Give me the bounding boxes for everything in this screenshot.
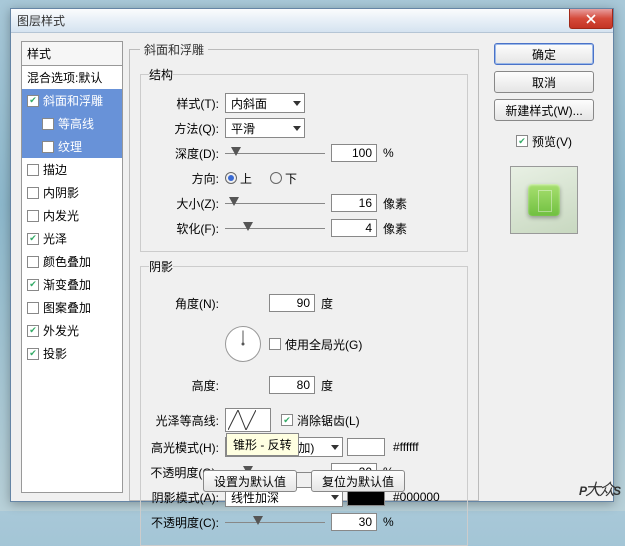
list-color-overlay[interactable]: 颜色叠加: [22, 250, 122, 273]
list-satin[interactable]: ✔光泽: [22, 227, 122, 250]
structure-legend: 结构: [149, 66, 173, 83]
bevel-fieldset: 斜面和浮雕 结构 样式(T): 内斜面 方法(Q): 平滑 深度(D): 100…: [129, 41, 479, 501]
checkbox-icon[interactable]: ✔: [27, 95, 39, 107]
list-grad-overlay[interactable]: ✔渐变叠加: [22, 273, 122, 296]
layer-style-dialog: 图层样式 样式 混合选项:默认 ✔斜面和浮雕 等高线 纹理 描边 内阴影 内发光…: [10, 8, 614, 502]
structure-fieldset: 结构 样式(T): 内斜面 方法(Q): 平滑 深度(D): 100 % 方向:…: [140, 66, 468, 252]
settings-panel: 斜面和浮雕 结构 样式(T): 内斜面 方法(Q): 平滑 深度(D): 100…: [129, 41, 479, 493]
list-drop-shadow[interactable]: ✔投影: [22, 342, 122, 365]
list-bevel[interactable]: ✔斜面和浮雕: [22, 89, 122, 112]
checkbox-icon[interactable]: [42, 141, 54, 153]
soften-input[interactable]: 4: [331, 219, 377, 237]
highlight-hex: #ffffff: [393, 440, 419, 454]
shading-fieldset: 阴影 角度(N): 90 度 使用全局光(G) 高度: 80 度 光泽等高线:: [140, 258, 468, 546]
window-title: 图层样式: [17, 12, 65, 29]
angle-dial[interactable]: [225, 326, 261, 362]
bevel-legend: 斜面和浮雕: [140, 41, 208, 58]
gloss-tooltip: 锥形 - 反转: [226, 433, 299, 456]
close-icon: [586, 14, 596, 24]
depth-slider[interactable]: [225, 145, 325, 161]
checkbox-icon[interactable]: [27, 164, 39, 176]
shading-legend: 阴影: [149, 258, 173, 275]
size-label: 大小(Z):: [149, 195, 225, 212]
preview-thumbnail: [510, 166, 578, 234]
direction-label: 方向:: [149, 170, 225, 187]
gloss-label: 光泽等高线:: [149, 412, 225, 429]
altitude-label: 高度:: [149, 377, 225, 394]
style-label: 样式(T):: [149, 95, 225, 112]
angle-input[interactable]: 90: [269, 294, 315, 312]
antialias-checkbox[interactable]: ✔: [281, 414, 293, 426]
chevron-down-icon: [331, 495, 339, 500]
checkbox-icon[interactable]: [27, 210, 39, 222]
global-light-checkbox[interactable]: [269, 338, 281, 350]
depth-label: 深度(D):: [149, 145, 225, 162]
style-list: 混合选项:默认 ✔斜面和浮雕 等高线 纹理 描边 内阴影 内发光 ✔光泽 颜色叠…: [21, 66, 123, 493]
gloss-contour-picker[interactable]: 锥形 - 反转: [225, 408, 271, 432]
checkbox-icon[interactable]: ✔: [27, 233, 39, 245]
preview-checkbox[interactable]: ✔: [516, 135, 528, 147]
style-list-header: 样式: [21, 41, 123, 66]
list-inner-glow[interactable]: 内发光: [22, 204, 122, 227]
list-pattern-overlay[interactable]: 图案叠加: [22, 296, 122, 319]
shadow-opacity-input[interactable]: 30: [331, 513, 377, 531]
size-slider[interactable]: [225, 195, 325, 211]
contour-curve-icon: [228, 410, 256, 430]
list-contour[interactable]: 等高线: [22, 112, 122, 135]
soften-slider[interactable]: [225, 220, 325, 236]
checkbox-icon[interactable]: [42, 118, 54, 130]
ok-button[interactable]: 确定: [494, 43, 594, 65]
shadow-opacity-slider[interactable]: [225, 514, 325, 530]
style-list-panel: 样式 混合选项:默认 ✔斜面和浮雕 等高线 纹理 描边 内阴影 内发光 ✔光泽 …: [21, 41, 123, 493]
reset-default-button[interactable]: 复位为默认值: [311, 470, 405, 492]
list-outer-glow[interactable]: ✔外发光: [22, 319, 122, 342]
list-stroke[interactable]: 描边: [22, 158, 122, 181]
chevron-down-icon: [293, 126, 301, 131]
technique-label: 方法(Q):: [149, 120, 225, 137]
checkbox-icon[interactable]: ✔: [27, 279, 39, 291]
chevron-down-icon: [293, 101, 301, 106]
size-input[interactable]: 16: [331, 194, 377, 212]
chevron-down-icon: [331, 445, 339, 450]
titlebar[interactable]: 图层样式: [11, 9, 613, 33]
checkbox-icon[interactable]: ✔: [27, 325, 39, 337]
highlight-mode-label: 高光模式(H):: [149, 439, 225, 456]
highlight-color-swatch[interactable]: [347, 438, 385, 456]
shadow-opacity-label: 不透明度(C):: [149, 514, 225, 531]
depth-input[interactable]: 100: [331, 144, 377, 162]
set-default-button[interactable]: 设置为默认值: [203, 470, 297, 492]
list-texture[interactable]: 纹理: [22, 135, 122, 158]
list-inner-shadow[interactable]: 内阴影: [22, 181, 122, 204]
list-blend[interactable]: 混合选项:默认: [22, 66, 122, 89]
close-button[interactable]: [569, 9, 613, 29]
right-panel: 确定 取消 新建样式(W)... ✔预览(V): [485, 41, 603, 493]
checkbox-icon[interactable]: ✔: [27, 348, 39, 360]
technique-combo[interactable]: 平滑: [225, 118, 305, 138]
shadow-hex: #000000: [393, 490, 440, 504]
style-combo[interactable]: 内斜面: [225, 93, 305, 113]
cancel-button[interactable]: 取消: [494, 71, 594, 93]
soften-label: 软化(F):: [149, 220, 225, 237]
checkbox-icon[interactable]: [27, 302, 39, 314]
angle-label: 角度(N):: [149, 295, 225, 312]
new-style-button[interactable]: 新建样式(W)...: [494, 99, 594, 121]
direction-up-radio[interactable]: [225, 172, 237, 184]
checkbox-icon[interactable]: [27, 187, 39, 199]
altitude-input[interactable]: 80: [269, 376, 315, 394]
direction-down-radio[interactable]: [270, 172, 282, 184]
checkbox-icon[interactable]: [27, 256, 39, 268]
